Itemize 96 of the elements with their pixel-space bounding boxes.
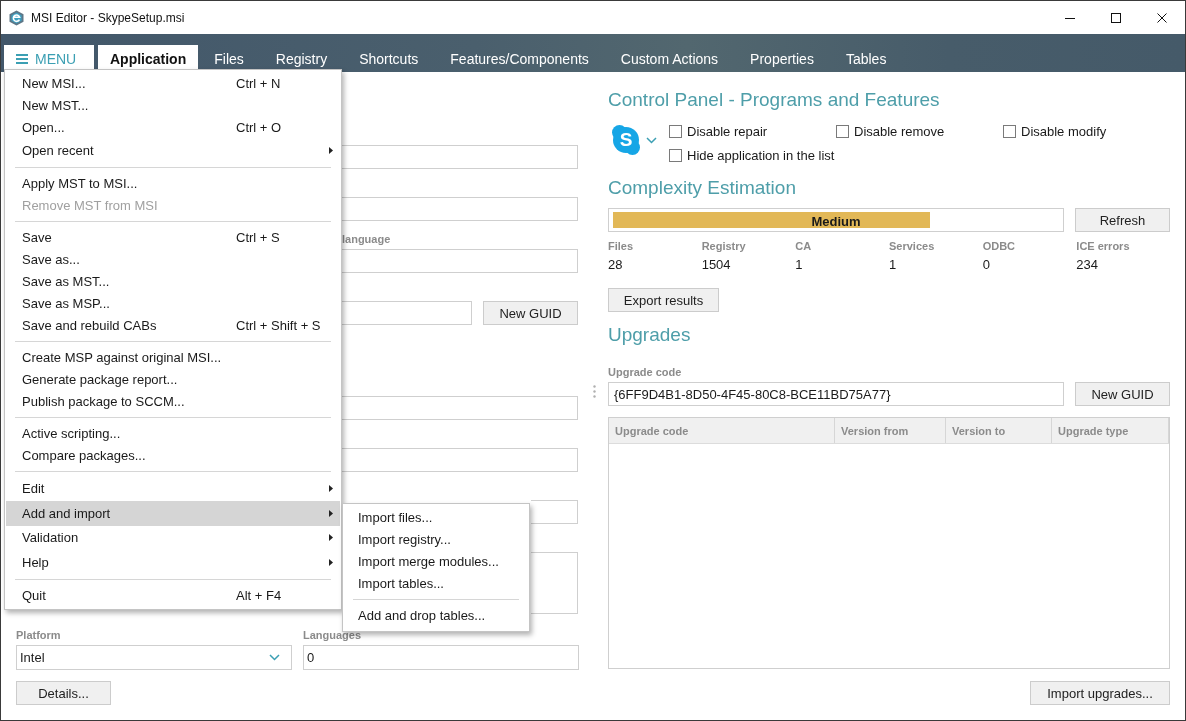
checkbox[interactable]: [836, 124, 849, 138]
menu-item[interactable]: New MST...: [6, 94, 340, 116]
menu-item[interactable]: Import merge modules...: [344, 550, 528, 572]
stat-label: ICE errors: [1076, 240, 1131, 253]
field-label: Upgrade code: [608, 366, 682, 379]
keyboard-shortcut: Ctrl + N: [236, 75, 281, 91]
submenu-arrow-icon: [329, 146, 333, 154]
menu-item[interactable]: Save and rebuild CABs Ctrl + Shift + S: [6, 314, 340, 337]
submenu-arrow-icon: [329, 558, 333, 566]
menu-item[interactable]: Save as MSP...: [6, 292, 340, 315]
stat-label: Services: [889, 240, 936, 253]
text-field[interactable]: [342, 145, 578, 169]
menu-item[interactable]: Save Ctrl + S: [6, 226, 340, 249]
app-logo-icon: [9, 9, 24, 26]
menu-item[interactable]: Import registry...: [344, 528, 528, 550]
import-upgrades-button[interactable]: Import upgrades...: [1030, 681, 1170, 705]
field-label: Languages: [303, 629, 363, 642]
stat-value: 1: [889, 256, 898, 273]
menu-item[interactable]: Validation: [6, 525, 340, 550]
refresh-button[interactable]: Refresh: [1075, 208, 1170, 232]
upgrade-code-field[interactable]: {6FF9D4B1-8D50-4F45-80C8-BCE11BD75A77}: [608, 382, 1064, 406]
tab[interactable]: Properties: [734, 45, 830, 72]
submenu-arrow-icon: [329, 534, 333, 542]
keyboard-shortcut: Ctrl + Shift + S: [236, 318, 321, 333]
stat-label: CA: [795, 240, 813, 253]
stat-label: Registry: [701, 240, 747, 253]
product-icon: S: [611, 124, 641, 156]
menu-item[interactable]: Active scripting...: [6, 422, 340, 445]
menu-item[interactable]: Add and drop tables...: [344, 604, 528, 626]
menu-item[interactable]: Open recent: [6, 138, 340, 163]
guid-field[interactable]: [342, 301, 472, 325]
text-field[interactable]: [342, 197, 578, 221]
tab[interactable]: Shortcuts: [343, 45, 435, 72]
section-heading: Upgrades: [608, 323, 691, 347]
chevron-down-icon[interactable]: [646, 137, 657, 144]
stat-value: 1: [795, 256, 804, 273]
stat-label: ODBC: [982, 240, 1017, 253]
menu-item[interactable]: Import tables...: [344, 572, 528, 594]
text-field[interactable]: [342, 396, 578, 420]
menu-item[interactable]: Edit: [6, 476, 340, 501]
splitter-grip-icon[interactable]: [593, 384, 596, 398]
complexity-rating: Medium: [811, 213, 861, 230]
tab[interactable]: Files: [198, 45, 260, 72]
checkbox[interactable]: [669, 124, 682, 138]
keyboard-shortcut: Ctrl + S: [236, 230, 280, 245]
tab[interactable]: Tables: [829, 45, 903, 72]
platform-select[interactable]: Intel: [16, 645, 292, 670]
menu-item[interactable]: Generate package report...: [6, 368, 340, 391]
menu-item[interactable]: Apply MST to MSI...: [6, 172, 340, 195]
menu-item[interactable]: Import files...: [344, 506, 528, 528]
submenu-arrow-icon: [329, 485, 333, 493]
keyboard-shortcut: Alt + F4: [236, 588, 282, 603]
new-guid-button[interactable]: New GUID: [483, 301, 578, 325]
stat-value: 1504: [701, 256, 732, 273]
menu-item[interactable]: Open... Ctrl + O: [6, 116, 340, 138]
checkbox-label[interactable]: Disable modify: [1021, 123, 1107, 139]
menu-item[interactable]: Add and import: [6, 501, 340, 526]
menu-item[interactable]: New MSI... Ctrl + N: [6, 72, 340, 94]
keyboard-shortcut: Ctrl + O: [236, 119, 282, 135]
menu-item[interactable]: Quit Alt + F4: [6, 584, 340, 607]
stat-value: 28: [608, 256, 624, 273]
section-heading: Complexity Estimation: [608, 176, 796, 200]
menu-item[interactable]: Save as MST...: [6, 270, 340, 293]
export-results-button[interactable]: Export results: [608, 288, 719, 312]
text-area[interactable]: [531, 552, 578, 614]
new-guid-button[interactable]: New GUID: [1075, 382, 1170, 406]
checkbox[interactable]: [669, 148, 682, 162]
tab[interactable]: Features/Components: [434, 45, 605, 72]
maximize-icon[interactable]: [1111, 12, 1121, 23]
field-label: Platform: [16, 629, 62, 642]
tab[interactable]: Registry: [259, 45, 344, 72]
section-heading: Control Panel - Programs and Features: [608, 88, 940, 112]
tab[interactable]: Custom Actions: [604, 45, 735, 72]
stat-value: 234: [1076, 256, 1100, 273]
menu-item[interactable]: Compare packages...: [6, 444, 340, 467]
text-field[interactable]: [531, 500, 578, 524]
window-title: MSI Editor - SkypeSetup.msi: [31, 10, 186, 25]
menu-item[interactable]: Publish package to SCCM...: [6, 390, 340, 413]
checkbox-label[interactable]: Disable remove: [854, 123, 945, 139]
text-field[interactable]: [342, 448, 578, 472]
text-field[interactable]: [342, 249, 578, 273]
stat-label: Files: [608, 240, 635, 253]
menu-item[interactable]: Create MSP against original MSI...: [6, 346, 340, 369]
checkbox-label[interactable]: Disable repair: [687, 123, 768, 139]
menu-item[interactable]: Save as...: [6, 248, 340, 271]
checkbox-label[interactable]: Hide application in the list: [687, 147, 835, 163]
stat-value: 0: [982, 256, 991, 273]
menu-icon: [16, 53, 28, 64]
menu-item[interactable]: Help: [6, 550, 340, 575]
details-button[interactable]: Details...: [16, 681, 111, 705]
field-label: language: [342, 233, 391, 246]
submenu-arrow-icon: [329, 509, 333, 517]
languages-field[interactable]: 0: [303, 645, 579, 670]
close-icon[interactable]: [1157, 12, 1167, 23]
checkbox[interactable]: [1003, 124, 1016, 138]
chevron-down-icon: [269, 654, 280, 661]
